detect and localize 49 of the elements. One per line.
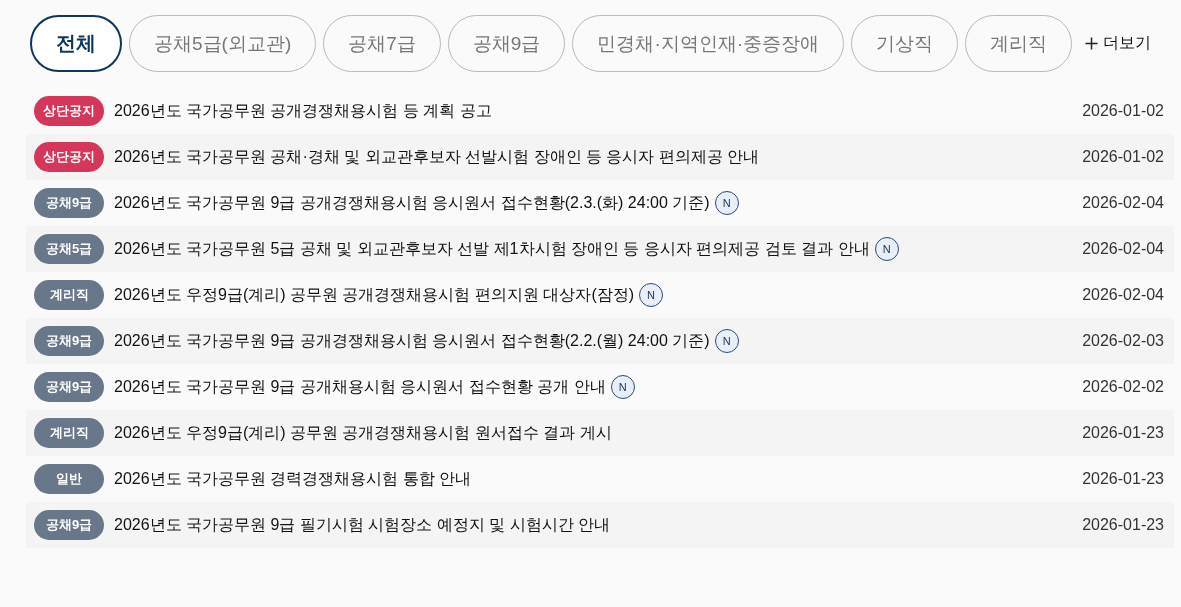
filter-tab[interactable]: 공채7급 — [323, 15, 441, 72]
notice-title[interactable]: 2026년도 국가공무원 5급 공채 및 외교관후보자 선발 제1차시험 장애인 등 응시자 편의제공 검토 결과 안내 — [114, 238, 870, 260]
notice-title[interactable]: 2026년도 국가공무원 9급 공개채용시험 응시원서 접수현황 공개 안내 — [114, 376, 606, 398]
notice-row[interactable]: 상단공지 2026년도 국가공무원 공채·경채 및 외교관후보자 선발시험 장애인 등 응시자 편의제공 안내 2026-01-02 — [26, 134, 1174, 180]
notice-date: 2026-02-04 — [1082, 240, 1164, 258]
filter-tab[interactable]: 공채9급 — [447, 15, 566, 72]
notice-row[interactable]: 공채9급 2026년도 국가공무원 9급 필기시험 시험장소 예정지 및 시험시간 안내 2026-01-23 — [26, 502, 1174, 548]
notice-title[interactable]: 2026년도 국가공무원 9급 공개경쟁채용시험 응시원서 접수현황(2.3.(화) 24:00 기준) — [114, 192, 710, 214]
notice-title[interactable]: 2026년도 국가공무원 9급 필기시험 시험장소 예정지 및 시험시간 안내 — [114, 514, 611, 536]
notice-row[interactable]: 공채5급 2026년도 국가공무원 5급 공채 및 외교관후보자 선발 제1차시험 장애인 등 응시자 편의제공 검토 결과 안내 N 2026-02-04 — [26, 226, 1174, 272]
new-badge: N — [714, 191, 739, 215]
notice-row[interactable]: 계리직 2026년도 우정9급(계리) 공무원 공개경쟁채용시험 원서접수 결과 게시 2026-01-23 — [26, 410, 1174, 456]
filter-tab[interactable]: 기상직 — [851, 15, 959, 72]
category-badge: 공채9급 — [34, 372, 104, 402]
notice-date: 2026-02-03 — [1082, 332, 1164, 350]
category-badge: 계리직 — [34, 280, 104, 310]
notice-title[interactable]: 2026년도 국가공무원 경력경쟁채용시험 통합 안내 — [114, 468, 472, 490]
notice-date: 2026-01-23 — [1082, 516, 1164, 534]
filter-tab[interactable]: 전체 — [30, 15, 122, 72]
notice-date: 2026-01-02 — [1082, 148, 1164, 166]
notice-date: 2026-02-04 — [1082, 194, 1164, 212]
notice-title[interactable]: 2026년도 국가공무원 공개경쟁채용시험 등 계획 공고 — [114, 100, 492, 122]
notice-title[interactable]: 2026년도 국가공무원 9급 공개경쟁채용시험 응시원서 접수현황(2.2.(월) 24:00 기준) — [114, 330, 710, 352]
filter-tab[interactable]: 민경채·지역인재·중증장애 — [572, 15, 845, 72]
new-badge: N — [610, 375, 635, 399]
notice-title[interactable]: 2026년도 국가공무원 공채·경채 및 외교관후보자 선발시험 장애인 등 응시자 편의제공 안내 — [114, 146, 760, 168]
new-badge: N — [639, 283, 664, 307]
notice-date: 2026-02-04 — [1082, 286, 1164, 304]
notice-row[interactable]: 공채9급 2026년도 국가공무원 9급 공개경쟁채용시험 응시원서 접수현황(2.2.(월) 24:00 기준) N 2026-02-03 — [26, 318, 1174, 364]
new-badge: N — [714, 329, 739, 353]
notice-date: 2026-01-02 — [1082, 102, 1164, 120]
category-badge: 계리직 — [34, 418, 104, 448]
notice-date: 2026-02-02 — [1082, 378, 1164, 396]
category-badge: 공채5급 — [34, 234, 104, 264]
notice-date: 2026-01-23 — [1082, 470, 1164, 488]
category-badge: 일반 — [34, 464, 104, 494]
category-badge: 공채9급 — [34, 326, 104, 356]
category-badge: 상단공지 — [34, 96, 104, 126]
notice-title[interactable]: 2026년도 우정9급(계리) 공무원 공개경쟁채용시험 원서접수 결과 게시 — [114, 422, 612, 444]
new-badge: N — [874, 237, 899, 261]
category-badge: 공채9급 — [34, 188, 104, 218]
notice-date: 2026-01-23 — [1082, 424, 1164, 442]
category-badge: 공채9급 — [34, 510, 104, 540]
notice-title[interactable]: 2026년도 우정9급(계리) 공무원 공개경쟁채용시험 편의지원 대상자(잠정) — [114, 284, 635, 306]
plus-icon — [1085, 37, 1099, 50]
filter-tab[interactable]: 공채5급(외교관) — [129, 15, 317, 72]
category-badge: 상단공지 — [34, 142, 104, 172]
filter-tab[interactable]: 계리직 — [965, 15, 1073, 72]
more-link[interactable]: 더보기 — [1085, 33, 1152, 54]
